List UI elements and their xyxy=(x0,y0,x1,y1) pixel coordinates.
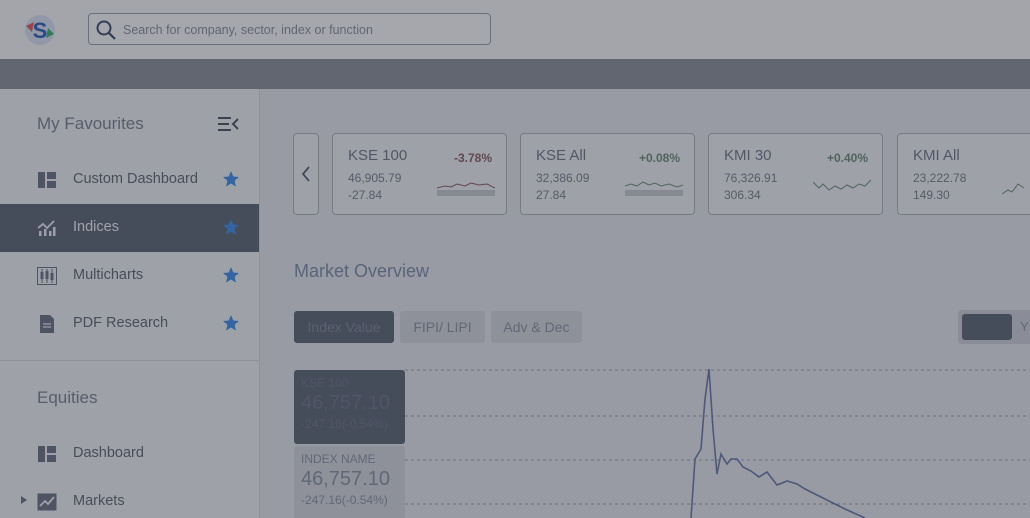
modal-dim-overlay[interactable] xyxy=(0,0,1030,518)
